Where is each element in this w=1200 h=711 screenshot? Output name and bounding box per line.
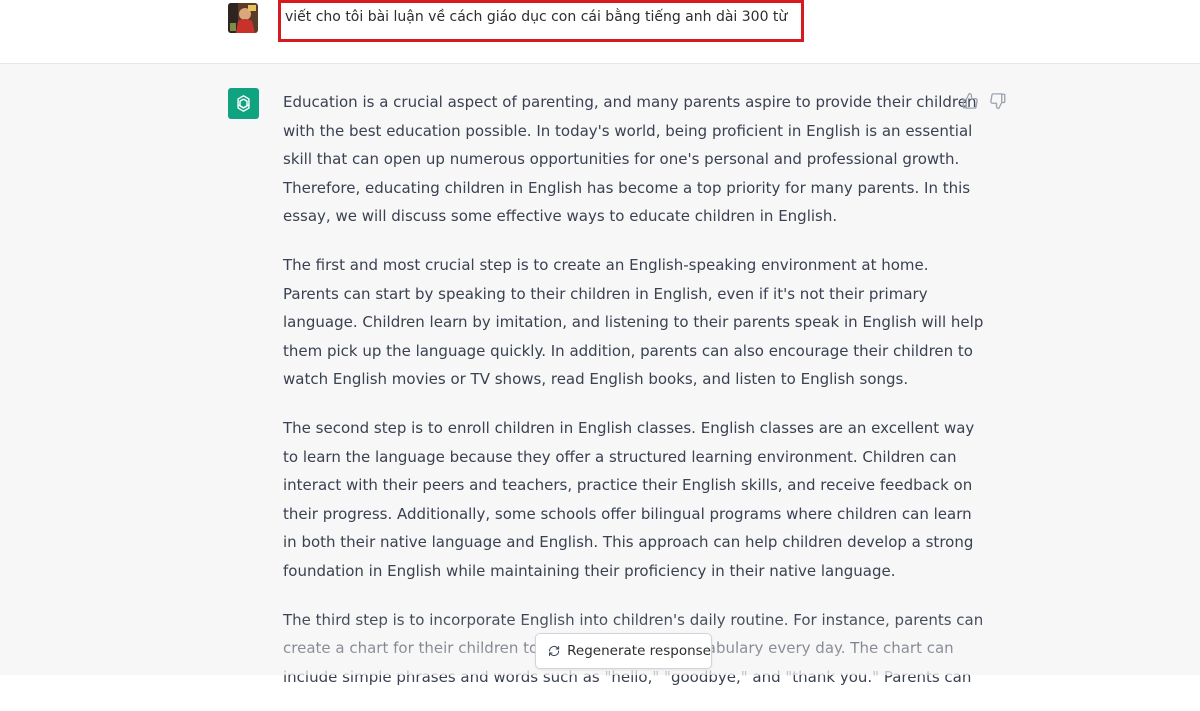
regenerate-response-button[interactable]: Regenerate response [535,633,712,669]
regenerate-response-label: Regenerate response [567,643,711,659]
assistant-message-row: Education is a crucial aspect of parenti… [0,64,1200,686]
response-line: language. Children learn by imitation, a… [283,313,984,332]
response-line: Therefore, educating children in English… [283,178,971,197]
user-message-row: viết cho tôi bài luận về cách giáo dục c… [0,0,1200,64]
response-line: include simple phrases and words such as… [283,667,972,686]
response-paragraph: Education is a crucial aspect of parenti… [283,88,976,231]
response-line: with the best education possible. In tod… [283,121,973,140]
user-prompt-highlight: viết cho tôi bài luận về cách giáo dục c… [278,0,804,42]
response-paragraph: The second step is to enroll children in… [283,414,974,586]
response-line: watch English movies or TV shows, read E… [283,370,909,389]
response-line: Education is a crucial aspect of parenti… [283,93,977,111]
response-line: foundation in English while maintaining … [283,561,896,580]
thumbs-up-icon[interactable] [961,92,979,110]
response-line: essay, we will discuss some effective wa… [283,207,838,226]
user-prompt-text: viết cho tôi bài luận về cách giáo dục c… [285,9,788,25]
response-line: Parents can start by speaking to their c… [283,284,928,303]
chatgpt-logo-icon [228,88,259,119]
response-line: interact with their peers and teachers, … [283,476,973,495]
refresh-icon [549,645,560,657]
response-line: The first and most crucial step is to cr… [283,255,929,274]
response-paragraph: The first and most crucial step is to cr… [283,251,983,394]
response-line: The third step is to incorporate English… [283,610,984,629]
response-line: skill that can open up numerous opportun… [283,150,960,169]
thumbs-down-icon[interactable] [989,92,1007,110]
response-line: The second step is to enroll children in… [283,418,975,437]
assistant-response: Education is a crucial aspect of parenti… [283,88,983,711]
response-line: to learn the language because they offer… [283,447,957,466]
user-avatar [228,3,258,33]
response-line: in both their native language and Englis… [283,533,974,552]
response-line: their progress. Additionally, some schoo… [283,504,972,523]
response-line: them pick up the language quickly. In ad… [283,341,973,360]
